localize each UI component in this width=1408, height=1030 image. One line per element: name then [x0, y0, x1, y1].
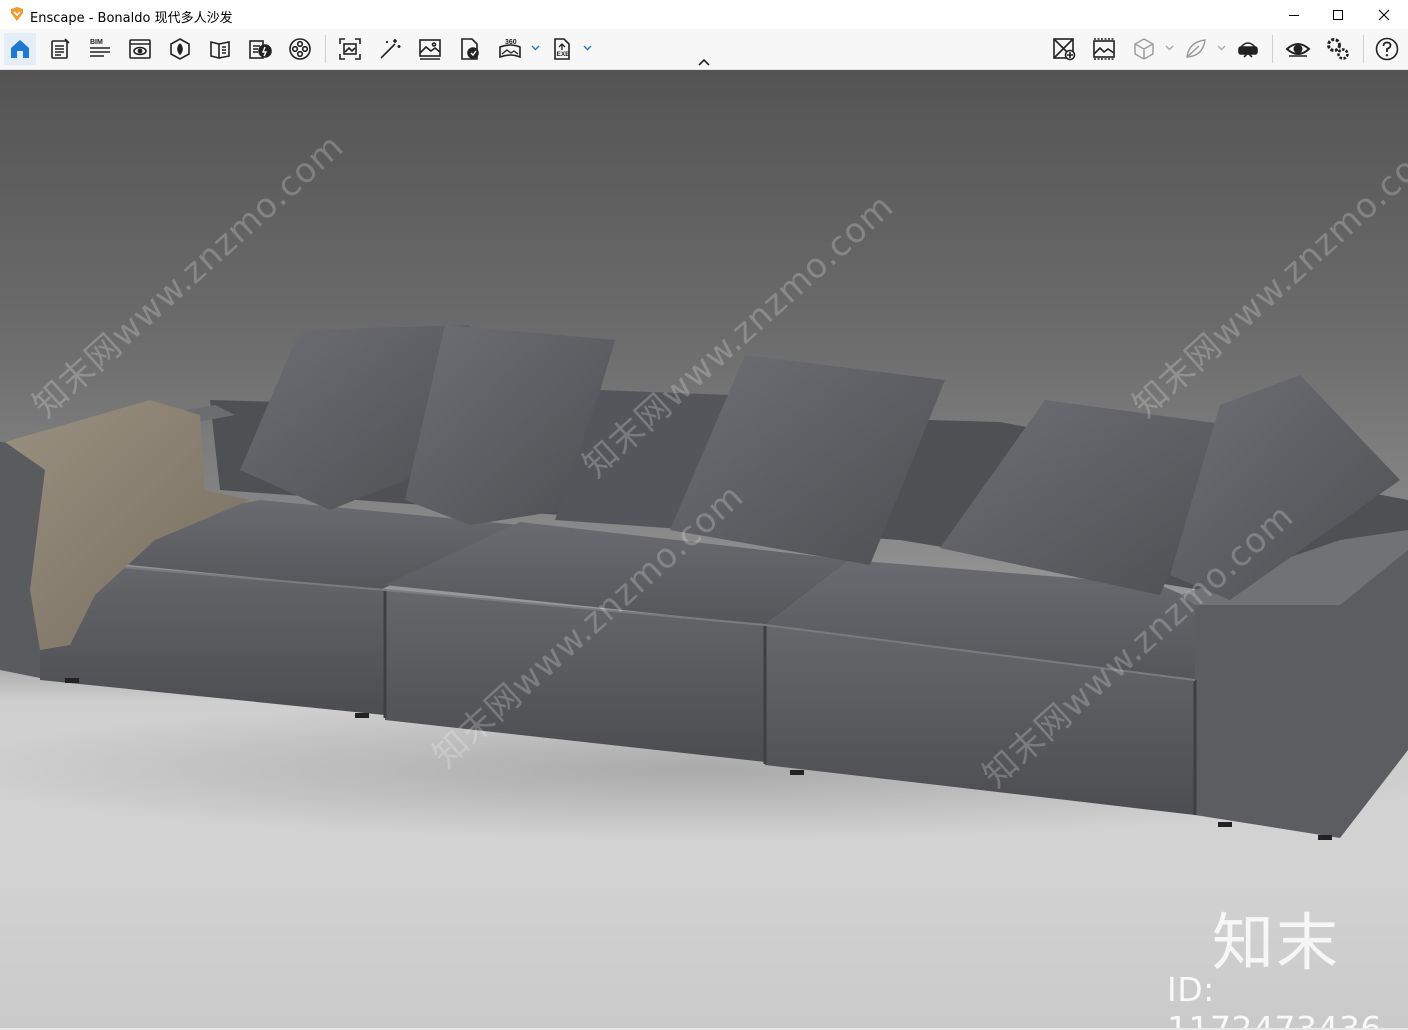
batch-render-button[interactable]	[374, 33, 406, 65]
minimize-icon	[1289, 14, 1299, 16]
material-editor-button[interactable]	[204, 33, 236, 65]
window-title: Enscape - Bonaldo 现代多人沙发	[30, 11, 233, 26]
project-notes-icon	[51, 38, 70, 59]
material-editor-icon	[210, 40, 230, 60]
close-icon	[1378, 9, 1390, 20]
svg-text:EXE: EXE	[557, 51, 571, 58]
chevron-down-icon	[531, 45, 539, 51]
upload-button[interactable]	[454, 33, 486, 65]
title-bar: Enscape - Bonaldo 现代多人沙发	[0, 0, 1408, 29]
visual-settings-icon	[1285, 43, 1311, 57]
help-button[interactable]	[1371, 33, 1403, 65]
watermark-logo: 知末	[1212, 906, 1341, 979]
bim-icon: BIM	[90, 39, 110, 57]
toolbar-divider	[1363, 35, 1364, 63]
export-exe-button[interactable]: EXE	[546, 33, 578, 65]
help-icon	[1375, 37, 1399, 61]
asset-library-button[interactable]	[164, 33, 196, 65]
toolbar-divider	[325, 35, 326, 63]
export-dropdown[interactable]	[582, 41, 592, 55]
maximize-button[interactable]	[1315, 0, 1361, 29]
rendered-images-icon	[419, 39, 441, 60]
vr-headset-button[interactable]	[1232, 33, 1264, 65]
watermark-id: ID: 1172473436	[1167, 970, 1381, 1028]
export-exe-icon: EXE	[554, 38, 571, 60]
home-icon	[11, 40, 29, 58]
rendered-images-button[interactable]	[414, 33, 446, 65]
minimize-button[interactable]	[1271, 0, 1317, 29]
screenshot-icon	[339, 38, 361, 60]
material-view-button[interactable]	[1180, 33, 1212, 65]
video-editor-icon	[289, 38, 311, 60]
toolbar-divider	[1272, 35, 1273, 63]
livelink-button[interactable]	[244, 33, 276, 65]
upload-icon	[461, 38, 479, 60]
screenshot-button[interactable]	[334, 33, 366, 65]
video-editor-button[interactable]	[284, 33, 316, 65]
vr-headset-icon	[1238, 42, 1258, 58]
svg-text:BIM: BIM	[90, 39, 103, 46]
render-viewport[interactable]: 知末网www.znzmo.com 知末网www.znzmo.com 知末网www…	[0, 70, 1408, 1028]
views-icon	[129, 39, 151, 59]
orthographic-button[interactable]	[1048, 33, 1080, 65]
livelink-icon	[249, 40, 272, 59]
orthographic-icon	[1053, 38, 1076, 61]
asset-library-icon	[170, 38, 190, 60]
maximize-icon	[1333, 9, 1343, 20]
batch-render-icon	[380, 39, 401, 59]
general-settings-button[interactable]	[1322, 33, 1354, 65]
enscape-logo-icon	[11, 7, 23, 21]
cube-view-icon	[1134, 38, 1154, 60]
capture-gallery-button[interactable]	[1088, 33, 1120, 65]
cube-view-button[interactable]	[1128, 33, 1160, 65]
chevron-down-icon	[1165, 45, 1173, 51]
panorama-icon: 360	[499, 39, 521, 59]
bim-button[interactable]: BIM	[84, 33, 116, 65]
capture-gallery-icon	[1093, 38, 1115, 60]
visual-settings-button[interactable]	[1282, 33, 1314, 65]
panorama-dropdown[interactable]	[530, 41, 540, 55]
panorama-button[interactable]: 360	[494, 33, 526, 65]
collapse-toolbar-button[interactable]	[694, 55, 714, 69]
chevron-up-icon	[698, 58, 710, 66]
close-button[interactable]	[1361, 0, 1407, 29]
general-settings-icon	[1327, 38, 1349, 60]
material-view-icon	[1186, 39, 1206, 58]
chevron-down-icon	[1217, 45, 1225, 51]
chevron-down-icon	[583, 45, 591, 51]
cube-view-dropdown[interactable]	[1164, 41, 1174, 55]
home-button[interactable]	[4, 33, 36, 65]
project-notes-button[interactable]	[44, 33, 76, 65]
material-view-dropdown[interactable]	[1216, 41, 1226, 55]
views-button[interactable]	[124, 33, 156, 65]
